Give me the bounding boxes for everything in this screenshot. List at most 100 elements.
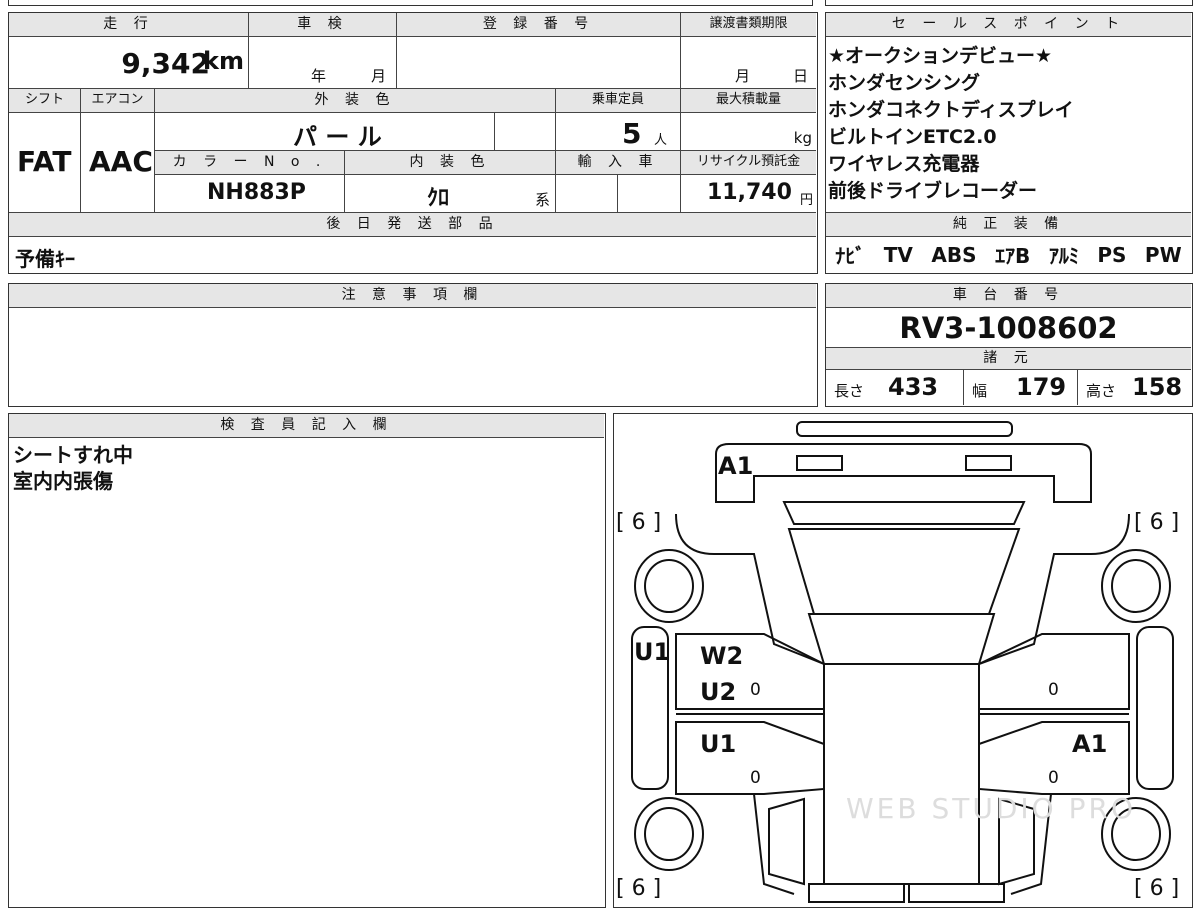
damage-mark-right-front-door: A1 [1072, 730, 1108, 758]
genuine-equipment-list: ﾅﾋﾞ TV ABS ｴｱB ｱﾙﾐ PS PW [826, 237, 1191, 272]
inspector-header: 検 査 員 記 入 欄 [9, 414, 604, 438]
headlight-left [796, 455, 843, 471]
watermark: WEB STUDIO PRO [846, 792, 1136, 825]
inspection-month: 月 [371, 67, 387, 85]
color-no-value: NH883P [207, 180, 306, 205]
inspector-note-line: 室内内張傷 [13, 469, 113, 493]
recycle-unit: 円 [799, 193, 813, 208]
max-load-cell: kg [681, 113, 816, 151]
sales-points-header: セ ー ル ス ポ イ ン ト [826, 13, 1191, 37]
later-parts-header: 後 日 発 送 部 品 [9, 213, 816, 237]
import-cell-b [618, 175, 681, 213]
capacity-unit: 人 [654, 133, 668, 148]
transfer-month: 月 [735, 67, 751, 85]
import-cell-a [556, 175, 618, 213]
equipment-item: ABS [931, 242, 977, 267]
roof-front [807, 613, 996, 665]
later-parts-value: 予備ｷｰ [15, 247, 75, 271]
headlight-right [965, 455, 1012, 471]
shift-header: シフト [9, 89, 81, 113]
chassis-value: RV3-1008602 [899, 311, 1118, 345]
rear-pillar-left [768, 797, 805, 886]
spec-height-value: 158 [1132, 373, 1183, 401]
vehicle-info-table: 走 行 車 検 登 録 番 号 譲渡書類期限 9,342 km 年 月 月 日 … [8, 12, 818, 274]
hood-outline [715, 443, 1092, 503]
mileage-unit: km [203, 47, 244, 75]
registration-cell [397, 37, 681, 89]
sales-point-item: ビルトインETC2.0 [828, 126, 997, 148]
damage-mark-left-front-door: U1 [700, 730, 737, 758]
shift-value: FAT [17, 145, 72, 178]
specs-header: 諸 元 [826, 348, 1191, 370]
top-strip-right [825, 0, 1193, 6]
tire-depth-rear-right: [ 6 ] [1134, 876, 1180, 901]
spec-height-label: 高さ [1086, 382, 1117, 400]
equipment-item: ｴｱB [995, 244, 1031, 268]
later-parts-cell: 予備ｷｰ [9, 237, 816, 272]
capacity-value: 5 [622, 117, 642, 150]
windshield-outline [787, 528, 1021, 615]
recycle-header: リサイクル預託金 [681, 151, 816, 175]
chassis-box: 車 台 番 号 RV3-1008602 諸 元 長さ 433 幅 179 高さ … [825, 283, 1193, 407]
interior-color-value: ｸﾛ [427, 186, 450, 211]
exterior-color-value: パ ー ル [293, 123, 382, 151]
exterior-color-extra [495, 113, 556, 151]
spec-width-cell: 幅 179 [964, 370, 1078, 405]
spec-width-label: 幅 [972, 382, 988, 400]
damage-mark-left-quarter: U1 [634, 638, 671, 666]
equipment-item: PW [1144, 242, 1182, 267]
aircon-value: AAC [89, 145, 153, 178]
spec-length-cell: 長さ 433 [826, 370, 964, 405]
panel-zero: 0 [1048, 680, 1059, 700]
capacity-header: 乗車定員 [556, 89, 681, 113]
exterior-color-header: 外 装 色 [155, 89, 556, 113]
equipment-item: ﾅﾋﾞ [835, 244, 866, 268]
color-no-header: カ ラ ー N o . [155, 151, 345, 175]
mileage-cell: 9,342 km [9, 37, 249, 89]
damage-diagram-box: A1 U1 W2 U2 U1 A1 0 0 0 0 [ 6 ] [ 6 ] [ … [613, 413, 1193, 908]
max-load-header: 最大積載量 [681, 89, 816, 113]
sales-points-list: ★オークションデビュー★ ホンダセンシング ホンダコネクトディスプレイ ビルトイ… [826, 37, 1191, 213]
spec-width-value: 179 [1016, 373, 1067, 401]
chassis-cell: RV3-1008602 [826, 308, 1191, 348]
recycle-value: 11,740 [707, 180, 792, 205]
damage-mark-left-rear-door-bottom: U2 [700, 678, 737, 706]
mileage-value: 9,342 [121, 47, 210, 80]
tire-depth-front-right: [ 6 ] [1134, 510, 1180, 535]
notes-content [9, 308, 816, 405]
top-strip [8, 0, 813, 6]
notes-box: 注 意 事 項 欄 [8, 283, 818, 407]
inspector-notes: シートすれ中 室内内張傷 [13, 442, 133, 494]
notes-header: 注 意 事 項 欄 [9, 284, 816, 308]
registration-header: 登 録 番 号 [397, 13, 681, 37]
genuine-equipment-header: 純 正 装 備 [826, 213, 1191, 237]
inspector-box: 検 査 員 記 入 欄 シートすれ中 室内内張傷 [8, 413, 606, 908]
panel-zero: 0 [750, 768, 761, 788]
aircon-cell: AAC [81, 113, 155, 213]
shift-cell: FAT [9, 113, 81, 213]
capacity-cell: 5 人 [556, 113, 681, 151]
sales-point-item: ホンダセンシング [828, 72, 981, 94]
roof-outline [823, 663, 980, 885]
transfer-deadline-header: 譲渡書類期限 [681, 13, 816, 37]
right-sill [1136, 626, 1174, 790]
sales-points-box: セ ー ル ス ポ イ ン ト ★オークションデビュー★ ホンダセンシング ホン… [825, 12, 1193, 274]
tire-depth-rear-left: [ 6 ] [616, 876, 662, 901]
equipment-item: TV [883, 242, 913, 267]
inspection-year: 年 [311, 67, 327, 85]
spec-length-value: 433 [888, 373, 939, 401]
color-no-cell: NH883P [155, 175, 345, 213]
sales-point-item: ★オークションデビュー★ [828, 45, 1053, 67]
wiper-area [782, 501, 1026, 525]
recycle-cell: 11,740 円 [681, 175, 816, 213]
equipment-item: ｱﾙﾐ [1048, 244, 1079, 268]
panel-zero: 0 [750, 680, 761, 700]
panel-zero: 0 [1048, 768, 1059, 788]
front-bumper-outline [796, 421, 1013, 437]
equipment-item: PS [1097, 242, 1127, 267]
transfer-deadline-cell: 月 日 [681, 37, 816, 89]
inspector-note-line: シートすれ中 [13, 443, 133, 467]
interior-color-cell: ｸﾛ 系 [345, 175, 556, 213]
sales-point-item: ホンダコネクトディスプレイ [828, 99, 1074, 121]
spec-height-cell: 高さ 158 [1078, 370, 1191, 405]
